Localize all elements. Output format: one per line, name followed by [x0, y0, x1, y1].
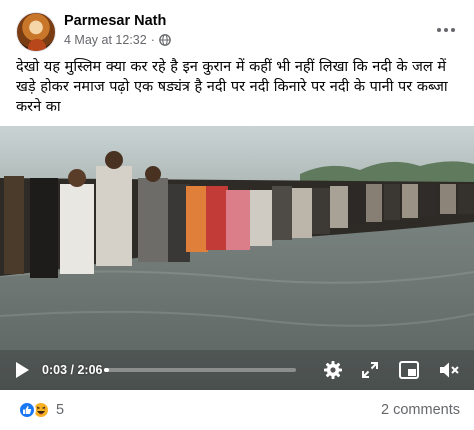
- mute-button[interactable]: [436, 359, 462, 381]
- settings-icon: [324, 361, 342, 379]
- picture-in-picture-icon: [399, 361, 419, 379]
- author-avatar[interactable]: [16, 12, 56, 52]
- video-player[interactable]: 0:03 / 2:06: [0, 126, 474, 390]
- author-name[interactable]: Parmesar Nath: [64, 13, 166, 29]
- reactions-summary[interactable]: 5: [18, 401, 64, 419]
- video-time: 0:03 / 2:06: [42, 363, 103, 377]
- more-options-button[interactable]: [434, 20, 458, 40]
- globe-icon[interactable]: [159, 34, 171, 46]
- post-meta: 4 May at 12:32 ·: [64, 33, 171, 47]
- fullscreen-icon: [362, 362, 378, 378]
- meta-separator: ·: [150, 33, 155, 47]
- play-button[interactable]: [10, 359, 34, 381]
- dot-icon: [444, 28, 448, 32]
- post-text: देखो यह मुस्लिम क्या कर रहे है इन कुरान …: [16, 59, 448, 115]
- post-footer: 5 2 comments: [0, 392, 474, 430]
- like-icon: [18, 401, 36, 419]
- reaction-count: 5: [56, 402, 65, 418]
- fullscreen-button[interactable]: [358, 359, 382, 381]
- video-controls: 0:03 / 2:06: [0, 350, 474, 390]
- picture-in-picture-button[interactable]: [396, 359, 422, 381]
- post-header: Parmesar Nath 4 May at 12:32 ·: [14, 12, 462, 54]
- progress-bar[interactable]: [104, 368, 296, 372]
- post-timestamp[interactable]: 4 May at 12:32: [64, 33, 147, 47]
- play-icon: [16, 362, 29, 378]
- progress-fill: [104, 368, 109, 372]
- current-time: 0:03: [42, 363, 68, 377]
- duration: 2:06: [77, 363, 103, 377]
- dot-icon: [451, 28, 455, 32]
- settings-button[interactable]: [320, 359, 346, 381]
- volume-muted-icon: [440, 362, 459, 378]
- dot-icon: [437, 28, 441, 32]
- facebook-post: Parmesar Nath 4 May at 12:32 · देखो यह म…: [0, 0, 474, 430]
- comments-count-link[interactable]: 2 comments: [381, 402, 460, 418]
